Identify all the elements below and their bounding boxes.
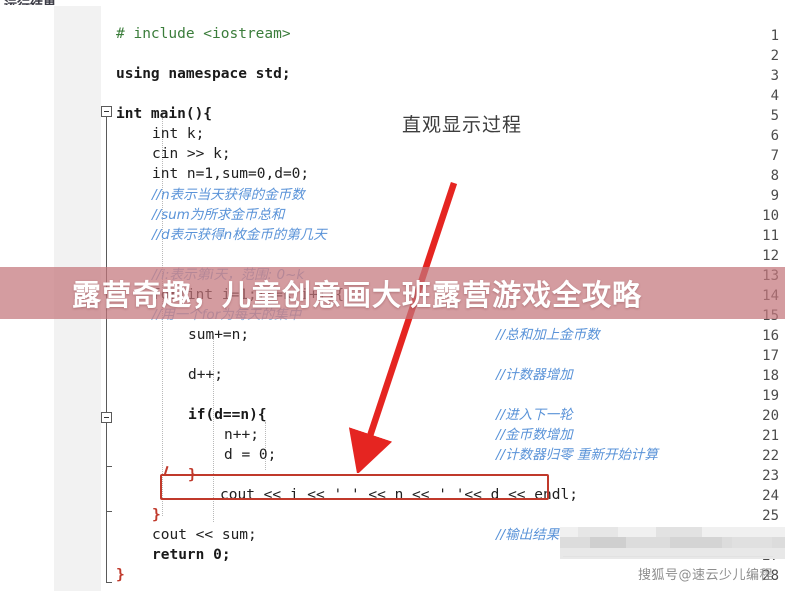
code-line[interactable]: cout << sum; — [152, 527, 257, 543]
code-line[interactable]: } — [116, 567, 125, 583]
code-line[interactable]: n++; — [224, 427, 259, 443]
inline-comment: //计数器归零 重新开始计算 — [496, 447, 658, 463]
code-comment-line[interactable]: //n表示当天获得的金币数 — [152, 187, 305, 203]
watermark-text: 搜狐号@速云少儿编程 — [637, 568, 773, 583]
cout-highlight-box — [160, 474, 549, 500]
code-line[interactable]: int k; — [152, 126, 204, 142]
code-line[interactable]: int main(){ — [116, 106, 212, 122]
blurred-region — [560, 527, 785, 559]
cut-off-header-text: 运行结果 — [4, 0, 74, 5]
fold-toggle-line-5[interactable] — [101, 106, 112, 117]
fold-toggle-line-20[interactable] — [101, 412, 112, 423]
code-line[interactable]: if(d==n){ — [188, 407, 267, 423]
fold-tick-line-25 — [106, 511, 112, 512]
code-line[interactable]: } — [152, 507, 161, 523]
code-line[interactable]: d = 0; — [224, 447, 276, 463]
inline-comment: //金币数增加 — [496, 427, 573, 443]
code-line[interactable]: cin >> k; — [152, 146, 231, 162]
inline-comment: //输出结果 — [496, 527, 560, 543]
overlay-title-text: 露营奇趣，儿童创意画大班露营游戏全攻略 — [72, 278, 643, 312]
fold-end-marker — [106, 582, 112, 583]
code-line[interactable]: return 0; — [152, 547, 231, 563]
inline-comment: //计数器增加 — [496, 367, 573, 383]
annotation-label: 直观显示过程 — [402, 114, 523, 136]
inline-comment: //进入下一轮 — [496, 407, 573, 423]
overlay-title-banner: 露营奇趣，儿童创意画大班露营游戏全攻略 — [0, 267, 785, 319]
code-comment-line[interactable]: //d表示获得n枚金币的第几天 — [152, 227, 327, 243]
code-line[interactable]: using namespace std; — [116, 66, 291, 82]
watermark-divider — [563, 556, 773, 557]
code-line[interactable]: d++; — [188, 367, 223, 383]
code-line[interactable]: # include <iostream> — [116, 26, 291, 42]
code-line[interactable]: sum+=n; — [188, 327, 249, 343]
inline-comment: //总和加上金币数 — [496, 327, 600, 343]
code-comment-line[interactable]: //sum为所求金币总和 — [152, 207, 284, 223]
code-line[interactable]: int n=1,sum=0,d=0; — [152, 166, 309, 182]
fold-tick-line-23 — [106, 466, 112, 467]
